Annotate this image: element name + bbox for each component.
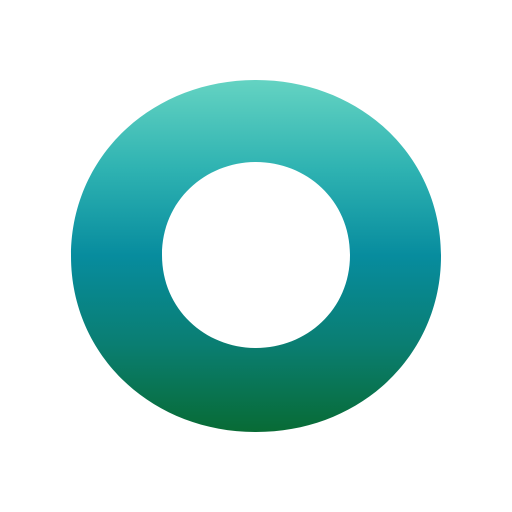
ring-shape: [71, 80, 441, 432]
ring-logo-icon: [71, 80, 441, 432]
app-icon-canvas: [0, 0, 512, 512]
